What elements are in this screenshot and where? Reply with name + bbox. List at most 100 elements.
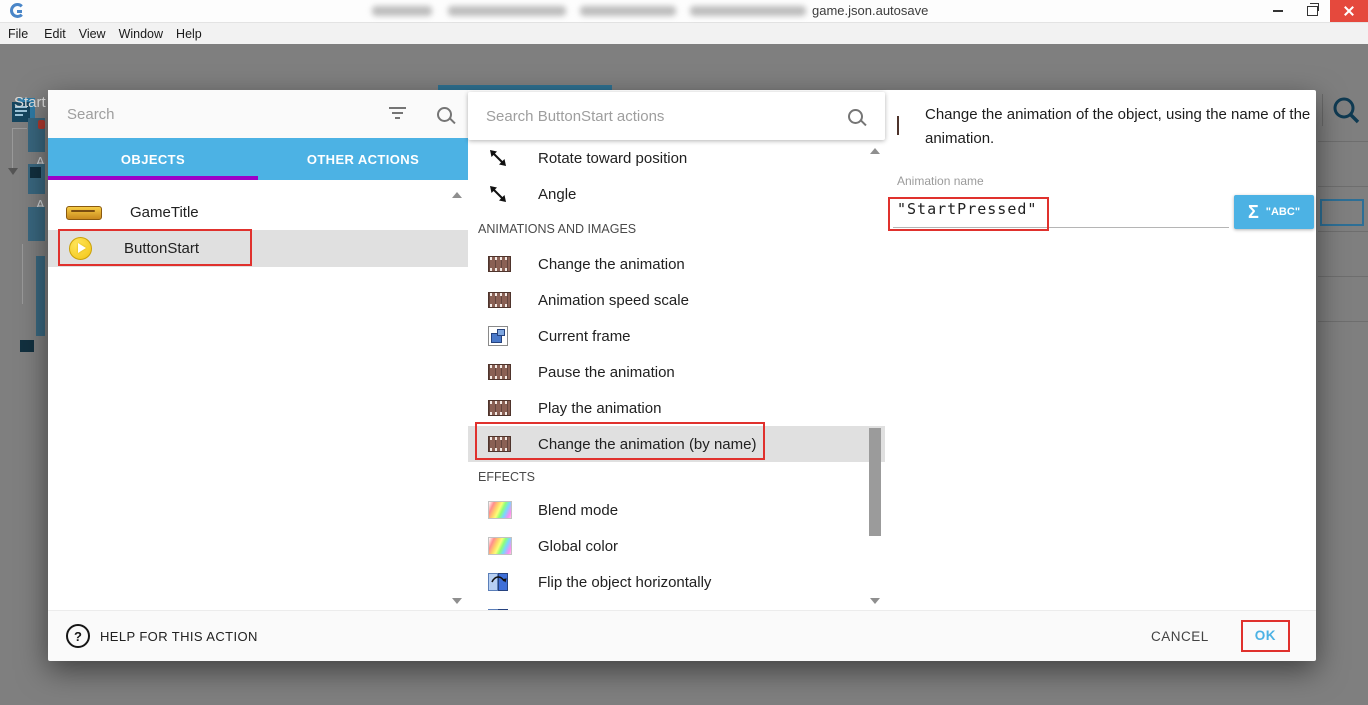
action-row[interactable]: Angle: [468, 176, 885, 212]
action-label: Blend mode: [538, 502, 618, 519]
background-row-line: [1318, 141, 1368, 142]
expression-editor-button[interactable]: Σ "ABC": [1234, 195, 1314, 229]
help-question-icon: ?: [66, 624, 90, 648]
action-label: Global color: [538, 538, 618, 555]
action-label: Animation speed scale: [538, 292, 689, 309]
ok-button[interactable]: OK: [1255, 628, 1276, 643]
scrollbar-thumb[interactable]: [869, 428, 881, 536]
dialog-footer: ? HELP FOR THIS ACTION CANCEL OK: [48, 610, 1316, 661]
tab-other-actions[interactable]: OTHER ACTIONS: [258, 138, 468, 180]
action-row[interactable]: Change the animation: [468, 246, 885, 282]
background-row-line: [1318, 186, 1368, 187]
menu-view[interactable]: View: [79, 27, 117, 41]
actions-list: Rotate toward position Angle ANIMATIONS …: [468, 140, 885, 610]
search-icon[interactable]: [848, 109, 863, 124]
menu-bar: File Edit View Window Help: [0, 23, 1368, 44]
annotation-box-ok: OK: [1241, 620, 1290, 652]
event-collapse-arrow: [8, 168, 18, 175]
film-icon: [488, 256, 512, 272]
film-icon: [488, 436, 512, 452]
action-section-header: EFFECTS: [478, 462, 535, 492]
action-row[interactable]: Animation speed scale: [468, 282, 885, 318]
action-label: Change the animation (by name): [538, 436, 756, 453]
flip-horizontal-icon: [488, 573, 512, 591]
title-bar: game.json.autosave: [0, 0, 1368, 23]
scroll-down-arrow[interactable]: [870, 598, 880, 604]
film-icon: [897, 117, 899, 135]
action-row[interactable]: Current frame: [468, 318, 885, 354]
search-zoom-icon[interactable]: [1330, 94, 1362, 126]
event-tree-line: [12, 128, 27, 129]
buttonstart-sprite-icon: [69, 237, 92, 260]
menu-file[interactable]: File: [8, 27, 42, 41]
redacted-title-text: [580, 6, 676, 16]
tab-objects[interactable]: OBJECTS: [48, 138, 258, 180]
action-description: Change the animation of the object, usin…: [925, 103, 1313, 151]
event-tree-line: [12, 128, 13, 172]
animation-name-input[interactable]: [893, 194, 1229, 228]
objects-tabs: OBJECTS OTHER ACTIONS: [48, 138, 468, 180]
search-icon[interactable]: [437, 107, 452, 122]
animation-name-label: Animation name: [897, 174, 984, 188]
action-row[interactable]: Pause the animation: [468, 354, 885, 390]
menu-edit[interactable]: Edit: [44, 27, 77, 41]
restore-button[interactable]: [1296, 0, 1328, 22]
action-label: Change the animation: [538, 256, 685, 273]
film-icon: [488, 400, 512, 416]
action-row-partial[interactable]: [468, 600, 885, 610]
active-tab-underline: [48, 176, 258, 180]
object-row-gametitle[interactable]: GameTitle: [48, 194, 468, 231]
action-label: Pause the animation: [538, 364, 675, 381]
gdevelop-logo-icon: [10, 3, 25, 18]
action-row[interactable]: Rotate toward position: [468, 140, 885, 176]
background-row-line: [1318, 321, 1368, 322]
actions-search-input[interactable]: [484, 107, 818, 126]
close-icon: [1344, 6, 1354, 16]
objects-search-input[interactable]: [65, 105, 369, 124]
event-icon-fragment: [30, 167, 41, 178]
action-row[interactable]: Play the animation: [468, 390, 885, 426]
background-row-line: [1318, 231, 1368, 232]
menu-help[interactable]: Help: [176, 27, 213, 41]
object-row-buttonstart[interactable]: ButtonStart: [48, 230, 468, 267]
action-row[interactable]: Flip the object horizontally: [468, 564, 885, 600]
action-section-header: ANIMATIONS AND IMAGES: [478, 214, 636, 244]
restore-icon: [1307, 6, 1318, 16]
menu-window[interactable]: Window: [119, 27, 174, 41]
help-label: HELP FOR THIS ACTION: [100, 629, 258, 644]
rainbow-icon: [488, 537, 512, 555]
event-block-fragment: [28, 207, 45, 241]
object-label: GameTitle: [130, 204, 199, 221]
window-title: game.json.autosave: [812, 3, 928, 18]
close-button[interactable]: [1330, 0, 1368, 22]
minimize-button[interactable]: [1262, 0, 1294, 22]
action-label: Current frame: [538, 328, 631, 345]
gametitle-sprite-icon: [66, 206, 102, 220]
footer-buttons: CANCEL OK: [1151, 611, 1290, 661]
scroll-down-arrow[interactable]: [452, 598, 462, 604]
rainbow-icon: [488, 501, 512, 519]
rotate-arrow-icon: [488, 184, 512, 204]
scroll-up-arrow[interactable]: [452, 192, 462, 198]
object-label: ButtonStart: [124, 240, 199, 257]
scroll-up-arrow[interactable]: [870, 148, 880, 154]
redacted-title-text: [448, 6, 566, 16]
screen: game.json.autosave File Edit View Window…: [0, 0, 1368, 705]
action-row-selected[interactable]: Change the animation (by name): [468, 426, 885, 462]
filter-icon[interactable]: [388, 107, 406, 121]
cancel-button[interactable]: CANCEL: [1151, 629, 1209, 644]
action-label: Play the animation: [538, 400, 661, 417]
actions-search-bar: [468, 92, 885, 140]
event-block-fragment: [36, 256, 45, 336]
redacted-title-text: [372, 6, 432, 16]
event-tree-line: [22, 244, 23, 304]
frame-icon: [488, 326, 512, 346]
background-row-line: [1318, 276, 1368, 277]
background-field-outline: [1320, 199, 1364, 226]
action-label: Angle: [538, 186, 576, 203]
minimize-icon: [1273, 10, 1283, 12]
help-link[interactable]: ? HELP FOR THIS ACTION: [66, 611, 258, 661]
event-icon-fragment: [20, 340, 34, 352]
action-row[interactable]: Blend mode: [468, 492, 885, 528]
action-row[interactable]: Global color: [468, 528, 885, 564]
